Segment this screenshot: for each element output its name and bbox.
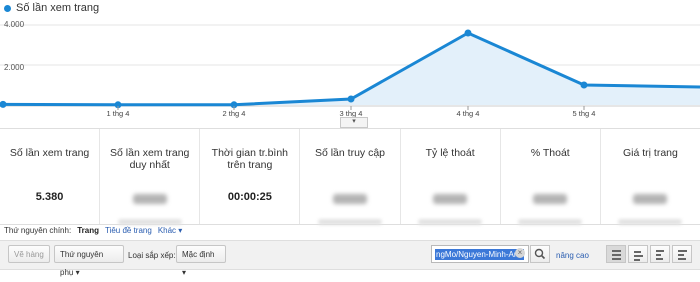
table-toolbar: Vẽ hàng Thứ nguyên phụ ▾ Loại sắp xếp: M…: [0, 240, 700, 277]
secondary-dimension-label: Thứ nguyên phụ: [60, 250, 104, 277]
primary-dimension-label: Thứ nguyên chính:: [4, 226, 72, 235]
comparison-view-button[interactable]: [672, 245, 692, 263]
x-tick-label: 4 thg 4: [457, 109, 480, 118]
dimension-page[interactable]: Trang: [77, 226, 99, 235]
stat-label: Số lần truy cập: [314, 147, 386, 159]
chevron-down-icon: ▾: [75, 268, 80, 277]
blurred-value: [533, 194, 568, 204]
data-point: [580, 81, 588, 89]
table-view-button[interactable]: [606, 245, 626, 263]
stat-value: 00:00:25: [227, 191, 272, 203]
clear-search-icon[interactable]: ×: [515, 248, 525, 258]
stat-pageviews: Số lần xem trang 5.380: [0, 129, 101, 224]
x-tick-label: 5 thg 4: [573, 109, 596, 118]
stat-label: Số lần xem trang duy nhất: [110, 147, 190, 171]
line-chart: 1 thg 42 thg 43 thg 44 thg 45 thg 4 4.00…: [0, 0, 700, 124]
stat-exit-percent: % Thoát: [501, 129, 601, 225]
stat-avg-time: Thời gian tr.bình trên trang 00:00:25: [200, 129, 301, 224]
data-point: [347, 95, 355, 103]
blurred-value: [332, 194, 367, 204]
data-point: [0, 100, 7, 108]
blurred-value: [132, 194, 167, 204]
stat-page-value: Giá trị trang: [601, 129, 700, 225]
sort-type-value: Mặc định: [182, 250, 215, 259]
legend-dot-icon: [4, 4, 11, 12]
dimension-page-title[interactable]: Tiêu đề trang: [105, 226, 152, 235]
dimension-other[interactable]: Khác ▾: [158, 226, 182, 235]
primary-dimension-row: Thứ nguyên chính: Trang Tiêu đề trang Kh…: [4, 226, 182, 235]
stat-bounce-rate: Tỷ lệ thoát: [401, 129, 501, 225]
search-button[interactable]: [530, 245, 550, 263]
metrics-summary: Số lần xem trang 5.380 Số lần xem trang …: [0, 128, 700, 225]
blurred-value: [433, 194, 468, 204]
secondary-dimension-dropdown[interactable]: Thứ nguyên phụ ▾: [54, 245, 124, 277]
y-tick-label: 2.000: [4, 63, 25, 72]
blurred-subtext: [618, 219, 683, 225]
chevron-down-icon: ▾: [182, 268, 187, 277]
sort-type-label: Loại sắp xếp:: [128, 251, 176, 260]
series-area: [0, 33, 700, 105]
blurred-subtext: [317, 219, 382, 225]
performance-view-button[interactable]: [650, 245, 670, 263]
stat-label: % Thoát: [530, 147, 570, 159]
blurred-value: [633, 194, 668, 204]
chart-canvas: 1 thg 42 thg 43 thg 44 thg 45 thg 4: [0, 24, 700, 118]
blurred-subtext: [117, 219, 182, 225]
plot-rows-button[interactable]: Vẽ hàng: [8, 245, 50, 263]
search-icon: [534, 248, 546, 260]
sort-type-dropdown[interactable]: Mặc định ▾: [176, 245, 226, 277]
dimension-other-label: Khác: [157, 226, 177, 235]
chart-legend: Số lần xem trang: [4, 2, 99, 14]
stat-label: Số lần xem trang: [9, 147, 90, 159]
stat-unique-pageviews: Số lần xem trang duy nhất: [100, 129, 201, 225]
blurred-subtext: [518, 219, 583, 225]
y-tick-label: 4.000: [4, 20, 25, 29]
search-value: ngMo/Nguyen-Minh-Anh: [435, 249, 524, 260]
blurred-subtext: [418, 219, 483, 225]
stat-value: 5.380: [35, 191, 64, 203]
data-point: [464, 29, 472, 37]
x-tick-label: 1 thg 4: [107, 109, 130, 118]
stat-label: Tỷ lệ thoát: [425, 147, 475, 159]
x-tick-label: 2 thg 4: [223, 109, 246, 118]
legend-label: Số lần xem trang: [16, 2, 100, 14]
stat-label: Thời gian tr.bình trên trang: [211, 147, 289, 171]
chevron-down-icon: ▾: [178, 226, 183, 235]
stat-visits: Số lần truy cập: [300, 129, 401, 225]
stat-label: Giá trị trang: [622, 147, 678, 159]
collapse-chart-button[interactable]: ▾: [340, 117, 368, 128]
percentage-view-button[interactable]: [628, 245, 648, 263]
advanced-filter-link[interactable]: nâng cao: [556, 251, 589, 260]
